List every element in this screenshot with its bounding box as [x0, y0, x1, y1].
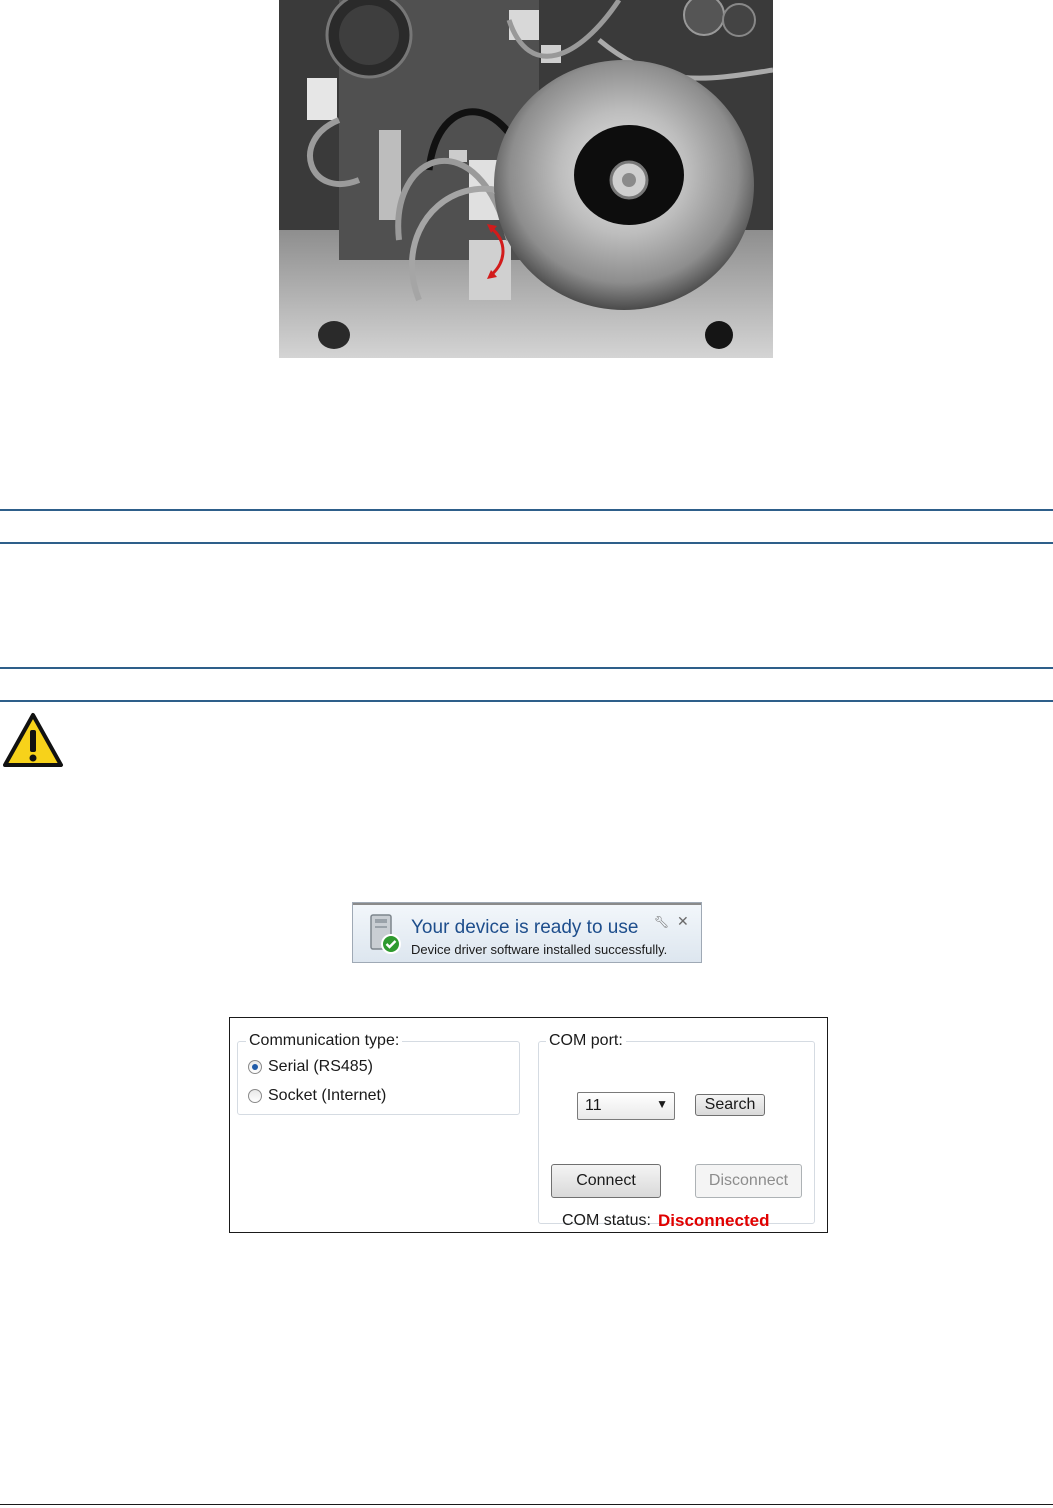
communication-type-group: Communication type: Serial (RS485) Socke… [237, 1032, 520, 1115]
com-port-select[interactable]: 11 ▼ [577, 1092, 675, 1120]
com-port-group: COM port: 11 ▼ Search Connect Disconnect… [538, 1032, 815, 1230]
com-port-label: COM port: [546, 1032, 626, 1050]
communication-type-label: Communication type: [246, 1032, 403, 1050]
radio-unselected-icon[interactable] [248, 1089, 262, 1103]
device-icon [367, 914, 401, 954]
section-rule-bottom-2 [0, 700, 1053, 702]
com-status-label: COM status: [562, 1212, 651, 1229]
pcb-photo-illustration [279, 0, 773, 358]
wrench-icon[interactable]: 🔧︎ [654, 915, 669, 929]
device-ready-notification: Your device is ready to use Device drive… [352, 902, 702, 963]
connect-button[interactable]: Connect [551, 1164, 661, 1198]
radio-socket-label: Socket (Internet) [268, 1087, 387, 1104]
warning-icon [2, 712, 64, 768]
radio-selected-icon[interactable] [248, 1060, 262, 1074]
communication-settings-panel: Communication type: Serial (RS485) Socke… [229, 1017, 828, 1233]
notification-title: Your device is ready to use [411, 917, 639, 938]
chevron-down-icon[interactable]: ▼ [656, 1097, 668, 1111]
com-status-value: Disconnected [658, 1211, 770, 1230]
radio-serial-label: Serial (RS485) [268, 1058, 373, 1075]
section-rule-top-1 [0, 509, 1053, 511]
device-interior-photo [279, 0, 773, 358]
section-rule-top-2 [0, 542, 1053, 544]
disconnect-button[interactable]: Disconnect [695, 1164, 802, 1198]
com-port-value: 11 [585, 1097, 602, 1114]
radio-serial-rs485[interactable]: Serial (RS485) [248, 1058, 373, 1076]
close-icon[interactable]: ✕ [677, 913, 689, 930]
radio-socket-internet[interactable]: Socket (Internet) [248, 1087, 386, 1105]
notification-subtitle: Device driver software installed success… [411, 942, 668, 957]
search-button[interactable]: Search [695, 1094, 765, 1116]
section-rule-bottom-1 [0, 667, 1053, 669]
footer-rule [0, 1504, 1053, 1505]
